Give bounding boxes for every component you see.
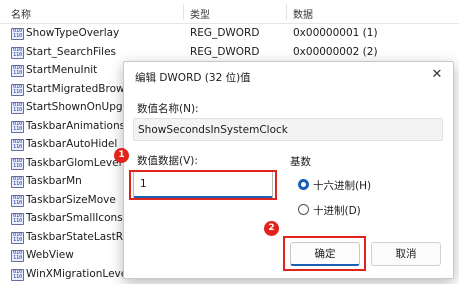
column-separator[interactable]: [183, 4, 184, 20]
row-data: 0x00000002 (2): [293, 45, 378, 58]
row-name: StartShownOnUpgr: [26, 101, 127, 113]
column-header-type[interactable]: 类型: [190, 6, 210, 21]
icon-glyph-text: 110: [12, 218, 23, 224]
table-row[interactable]: 010 110 Start_SearchFiles REG_DWORD 0x000000…: [0, 44, 459, 62]
icon-glyph-text: 110: [12, 33, 23, 39]
row-data: 0x00000001 (1): [293, 27, 378, 39]
dialog-title: 编辑 DWORD (32 位)值: [135, 72, 251, 84]
icon-glyph-text: 110: [12, 144, 23, 150]
radio-hex-indicator[interactable]: [298, 179, 309, 190]
dword-value-icon: 010 110: [11, 213, 24, 225]
dword-value-icon: 010 110: [11, 250, 24, 262]
step-2-badge: 2: [264, 221, 279, 236]
icon-glyph-text: 110: [12, 199, 23, 206]
row-name: WinXMigrationLeve: [26, 267, 128, 280]
icon-glyph-text: 110: [12, 236, 23, 243]
dword-value-icon: 010 110: [11, 157, 24, 170]
radio-hex-label[interactable]: 十六进制(H): [313, 178, 371, 193]
value-name-text: ShowSecondsInSystemClock: [138, 124, 288, 136]
dword-value-icon: 010 110: [11, 120, 24, 133]
row-name: TaskbarMn: [26, 175, 82, 187]
dword-value-icon: 010 110: [11, 65, 24, 77]
icon-glyph-text: 110: [12, 162, 23, 169]
radio-decimal-indicator[interactable]: [298, 204, 309, 215]
dword-value-icon: 010 110: [11, 28, 24, 40]
value-data-label: 数值数据(V):: [137, 155, 198, 167]
value-name-field: ShowSecondsInSystemClock: [133, 118, 443, 141]
dword-value-icon: 010 110: [11, 139, 24, 151]
row-name: StartMigratedBrows: [26, 82, 131, 95]
ok-highlight-box: [283, 236, 366, 271]
dword-value-icon: 010 110: [11, 46, 24, 59]
radio-decimal-label[interactable]: 十进制(D): [313, 203, 361, 218]
icon-glyph-text: 110: [12, 255, 23, 261]
row-name: TaskbarSmallIcons: [26, 212, 123, 224]
value-data-highlight-box: [129, 170, 277, 200]
cancel-button[interactable]: 取消: [371, 242, 441, 266]
base-group-label: 基数: [290, 156, 311, 168]
dword-value-icon: 010 110: [11, 194, 24, 207]
icon-glyph-text: 110: [12, 181, 23, 187]
row-name: TaskbarAutoHidel: [26, 138, 118, 150]
row-type: REG_DWORD: [190, 45, 260, 58]
icon-glyph-text: 110: [12, 88, 23, 95]
column-header-name[interactable]: 名称: [11, 6, 31, 21]
dword-value-icon: 010 110: [11, 176, 24, 188]
row-name: StartMenuInit: [26, 64, 98, 76]
icon-glyph-text: 110: [12, 51, 23, 58]
list-header: 名称 类型 数据: [0, 0, 459, 24]
icon-glyph-text: 110: [12, 107, 23, 113]
row-name: TaskbarAnimations: [26, 119, 126, 132]
row-name: TaskbarStateLastRu: [26, 230, 130, 243]
table-row[interactable]: 010 110 ShowTypeOverlay REG_DWORD 0x00000001…: [0, 25, 459, 43]
icon-glyph-text: 110: [12, 70, 23, 76]
row-name: ShowTypeOverlay: [26, 27, 120, 39]
close-icon[interactable]: ✕: [427, 65, 447, 85]
column-header-data[interactable]: 数据: [293, 6, 313, 21]
dword-value-icon: 010 110: [11, 268, 24, 281]
dword-value-icon: 010 110: [11, 83, 24, 96]
step-1-badge: 1: [114, 148, 129, 163]
icon-glyph-text: 110: [12, 125, 23, 132]
row-name: TaskbarGlomLevel: [26, 156, 122, 169]
icon-glyph-text: 110: [12, 273, 23, 280]
row-name: Start_SearchFiles: [26, 45, 117, 58]
edit-dword-dialog: 编辑 DWORD (32 位)值 ✕ 数值名称(N): ShowSecondsI…: [114, 61, 454, 279]
column-separator[interactable]: [286, 4, 287, 20]
value-name-label: 数值名称(N):: [137, 103, 199, 115]
row-name: WebView: [26, 249, 74, 261]
dword-value-icon: 010 110: [11, 231, 24, 244]
dword-value-icon: 010 110: [11, 102, 24, 114]
row-name: TaskbarSizeMove: [26, 193, 116, 206]
row-type: REG_DWORD: [190, 27, 260, 39]
